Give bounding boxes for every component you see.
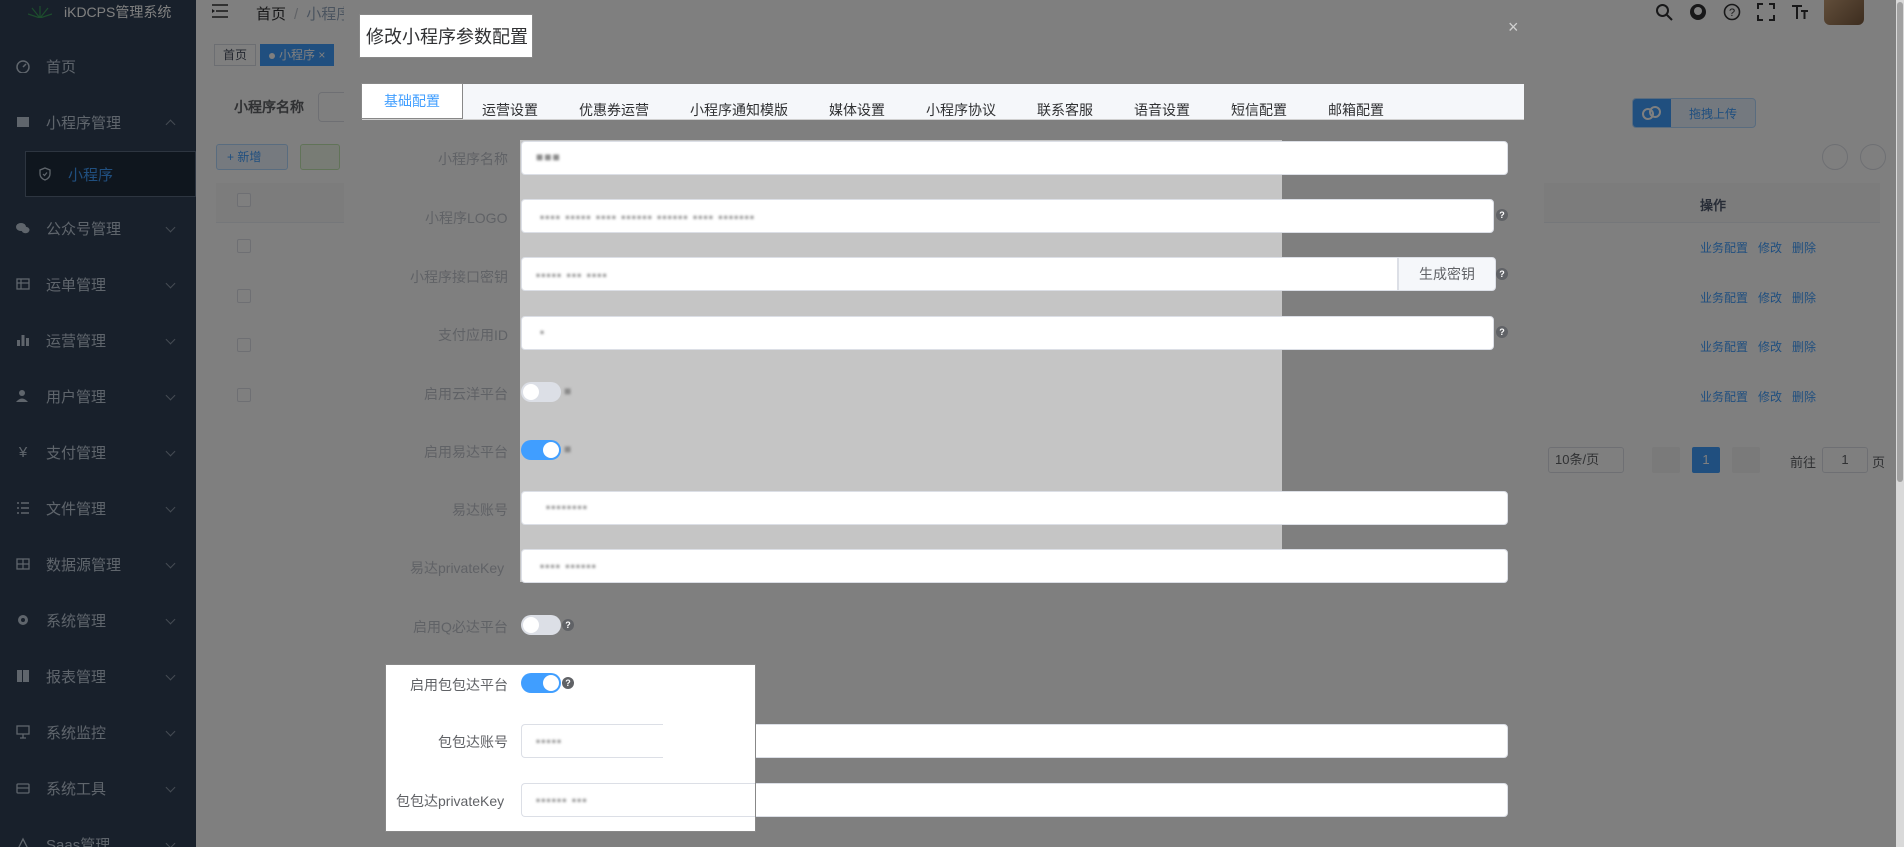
yida-account-label: 易达账号 — [452, 502, 508, 518]
yida-account-redacted: ▪▪▪▪▪▪▪▪ — [546, 500, 589, 514]
tab-basic-config[interactable]: 基础配置 — [361, 83, 463, 119]
yunyang-label: 启用云洋平台 — [424, 386, 508, 402]
qbida-label: 启用Q必达平台 — [413, 619, 508, 635]
help-icon[interactable]: ? — [1496, 326, 1508, 338]
tab-agreement[interactable]: 小程序协议 — [926, 100, 996, 120]
baobaoda-label: 启用包包达平台 — [410, 677, 508, 693]
tab-coupon[interactable]: 优惠券运营 — [579, 100, 649, 120]
baobaoda-account-redacted: ▪▪▪▪▪ — [536, 734, 563, 748]
generate-secret-button[interactable]: 生成密钥 — [1398, 257, 1496, 291]
qbida-switch[interactable] — [521, 615, 561, 635]
yida-key-redacted: ▪▪▪▪ ▪▪▪▪▪▪ — [540, 559, 597, 573]
yida-switch[interactable] — [521, 440, 561, 460]
secret-value-redacted: ▪▪▪▪▪ ▪▪▪ ▪▪▪▪ — [536, 268, 608, 282]
dialog-title: 修改小程序参数配置 — [359, 14, 533, 58]
tab-notify-template[interactable]: 小程序通知模版 — [690, 100, 788, 120]
yida-account-input[interactable] — [521, 491, 1508, 525]
yunyang-state-redacted: ■ — [564, 384, 573, 398]
help-icon[interactable]: ? — [562, 619, 574, 631]
yida-key-label: 易达privateKey — [410, 560, 505, 576]
secret-input[interactable] — [521, 257, 1398, 291]
baobaoda-key-label: 包包达privateKey — [396, 793, 505, 809]
baobaoda-account-label: 包包达账号 — [438, 734, 508, 750]
yunyang-switch[interactable] — [521, 382, 561, 402]
name-label: 小程序名称 — [438, 151, 508, 167]
baobaoda-switch[interactable] — [521, 673, 561, 693]
name-input[interactable] — [521, 141, 1508, 175]
tab-media-settings[interactable]: 媒体设置 — [829, 100, 885, 120]
payid-input[interactable] — [521, 316, 1494, 350]
scrollbar-thumb[interactable] — [1897, 2, 1903, 482]
tab-operation-settings[interactable]: 运营设置 — [482, 100, 538, 120]
tab-customer-service[interactable]: 联系客服 — [1037, 100, 1093, 120]
name-value-redacted: ■■■ — [536, 150, 561, 164]
secret-label: 小程序接口密钥 — [410, 269, 508, 285]
yida-key-input[interactable] — [521, 549, 1508, 583]
tab-email-config[interactable]: 邮箱配置 — [1328, 100, 1384, 120]
yida-state-redacted: ■ — [564, 442, 573, 456]
yida-label: 启用易达平台 — [424, 444, 508, 460]
logo-value-redacted: ▪▪▪▪ ▪▪▪▪▪ ▪▪▪▪ ▪▪▪▪▪▪ ▪▪▪▪▪▪ ▪▪▪▪ ▪▪▪▪▪… — [540, 210, 756, 224]
payid-value-redacted: ▪ — [540, 325, 546, 339]
close-icon[interactable]: × — [1508, 18, 1522, 36]
baobaoda-key-redacted: ▪▪▪▪▪▪ ▪▪▪ — [536, 793, 588, 807]
page-scrollbar[interactable] — [1896, 0, 1904, 847]
tab-voice-settings[interactable]: 语音设置 — [1134, 100, 1190, 120]
app-root: iKDCPS管理系统 首页 小程序管理 小程序 公众号管理 运单管理 运营管理 — [0, 0, 1904, 847]
help-icon[interactable]: ? — [562, 677, 574, 689]
logo-label: 小程序LOGO — [425, 210, 508, 226]
payid-label: 支付应用ID — [438, 327, 508, 343]
tab-sms-config[interactable]: 短信配置 — [1231, 100, 1287, 120]
help-icon[interactable]: ? — [1496, 268, 1508, 280]
help-icon[interactable]: ? — [1496, 209, 1508, 221]
